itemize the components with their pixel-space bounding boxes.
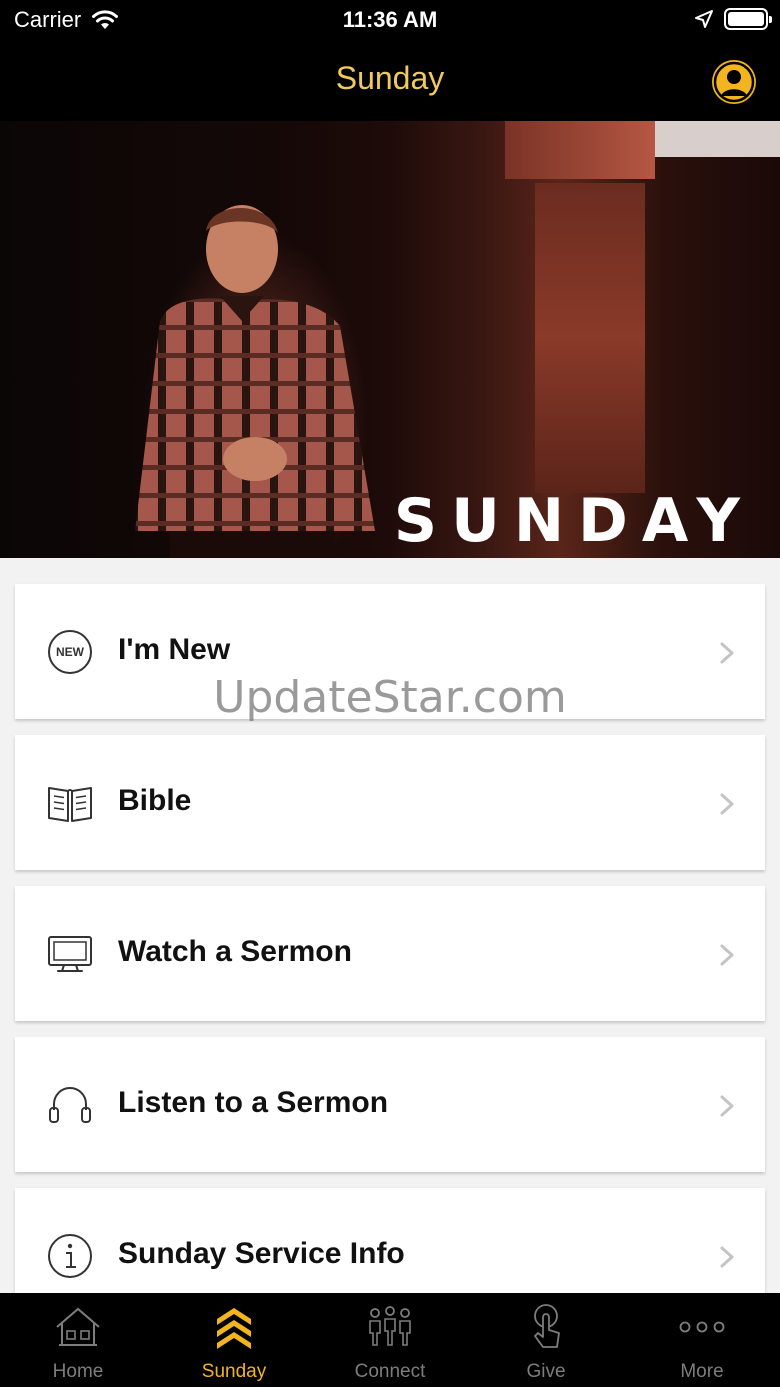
menu-item-service-info[interactable]: Sunday Service Info bbox=[15, 1188, 765, 1293]
chevron-right-icon bbox=[720, 793, 734, 815]
hero-stage-banner bbox=[505, 121, 655, 179]
chevron-right-icon bbox=[720, 944, 734, 966]
battery-icon bbox=[724, 8, 772, 30]
menu-item-label: Sunday Service Info bbox=[118, 1237, 405, 1270]
menu-item-label: Watch a Sermon bbox=[118, 935, 352, 968]
menu-item-bible[interactable]: Bible bbox=[15, 735, 765, 870]
watermark: UpdateStar.com bbox=[213, 672, 567, 723]
chevron-right-icon bbox=[720, 642, 734, 664]
tab-give[interactable]: Give bbox=[468, 1293, 624, 1387]
tab-connect[interactable]: Connect bbox=[312, 1293, 468, 1387]
menu-item-listen-sermon[interactable]: Listen to a Sermon bbox=[15, 1037, 765, 1172]
speaker-figure bbox=[135, 205, 375, 558]
house-icon bbox=[53, 1303, 103, 1351]
menu-item-label: Bible bbox=[118, 784, 192, 817]
tab-bar: Home Sunday Connect Give More bbox=[0, 1293, 780, 1387]
monitor-icon bbox=[45, 931, 95, 977]
tab-more[interactable]: More bbox=[624, 1293, 780, 1387]
location-arrow-icon bbox=[695, 10, 713, 28]
page-title: Sunday bbox=[335, 60, 445, 96]
hero-label: SUNDAY bbox=[393, 486, 754, 556]
tab-label: Home bbox=[52, 1361, 104, 1382]
navigation-bar: Sunday bbox=[0, 40, 780, 121]
tab-label: Connect bbox=[354, 1361, 426, 1382]
chevron-right-icon bbox=[720, 1095, 734, 1117]
people-icon bbox=[365, 1303, 415, 1351]
open-book-icon bbox=[45, 780, 95, 826]
menu-list: NEW I'm New Bible Watch a Sermon Listen … bbox=[0, 558, 780, 1293]
menu-item-watch-sermon[interactable]: Watch a Sermon bbox=[15, 886, 765, 1021]
info-icon bbox=[45, 1233, 95, 1279]
hero-stage-light bbox=[655, 121, 780, 157]
tab-label: Sunday bbox=[201, 1361, 267, 1382]
user-icon bbox=[713, 61, 755, 103]
hand-tap-icon bbox=[521, 1303, 571, 1351]
new-badge-icon: NEW bbox=[45, 629, 95, 675]
status-right bbox=[694, 8, 772, 30]
tab-label: More bbox=[680, 1361, 724, 1382]
new-badge-text: NEW bbox=[48, 630, 92, 674]
tab-sunday[interactable]: Sunday bbox=[156, 1293, 312, 1387]
tab-home[interactable]: Home bbox=[0, 1293, 156, 1387]
chevrons-up-icon bbox=[209, 1303, 259, 1351]
status-time: 11:36 AM bbox=[342, 7, 438, 32]
profile-button[interactable] bbox=[712, 60, 756, 104]
status-bar: Carrier 11:36 AM bbox=[0, 0, 780, 40]
menu-item-label: I'm New bbox=[118, 633, 231, 666]
hero-stage-panel bbox=[535, 183, 645, 493]
menu-item-label: Listen to a Sermon bbox=[118, 1086, 389, 1119]
tab-label: Give bbox=[526, 1361, 566, 1382]
hero-image: SUNDAY bbox=[0, 121, 780, 558]
ellipsis-icon bbox=[677, 1303, 727, 1351]
chevron-right-icon bbox=[720, 1246, 734, 1268]
headphones-icon bbox=[45, 1082, 95, 1128]
